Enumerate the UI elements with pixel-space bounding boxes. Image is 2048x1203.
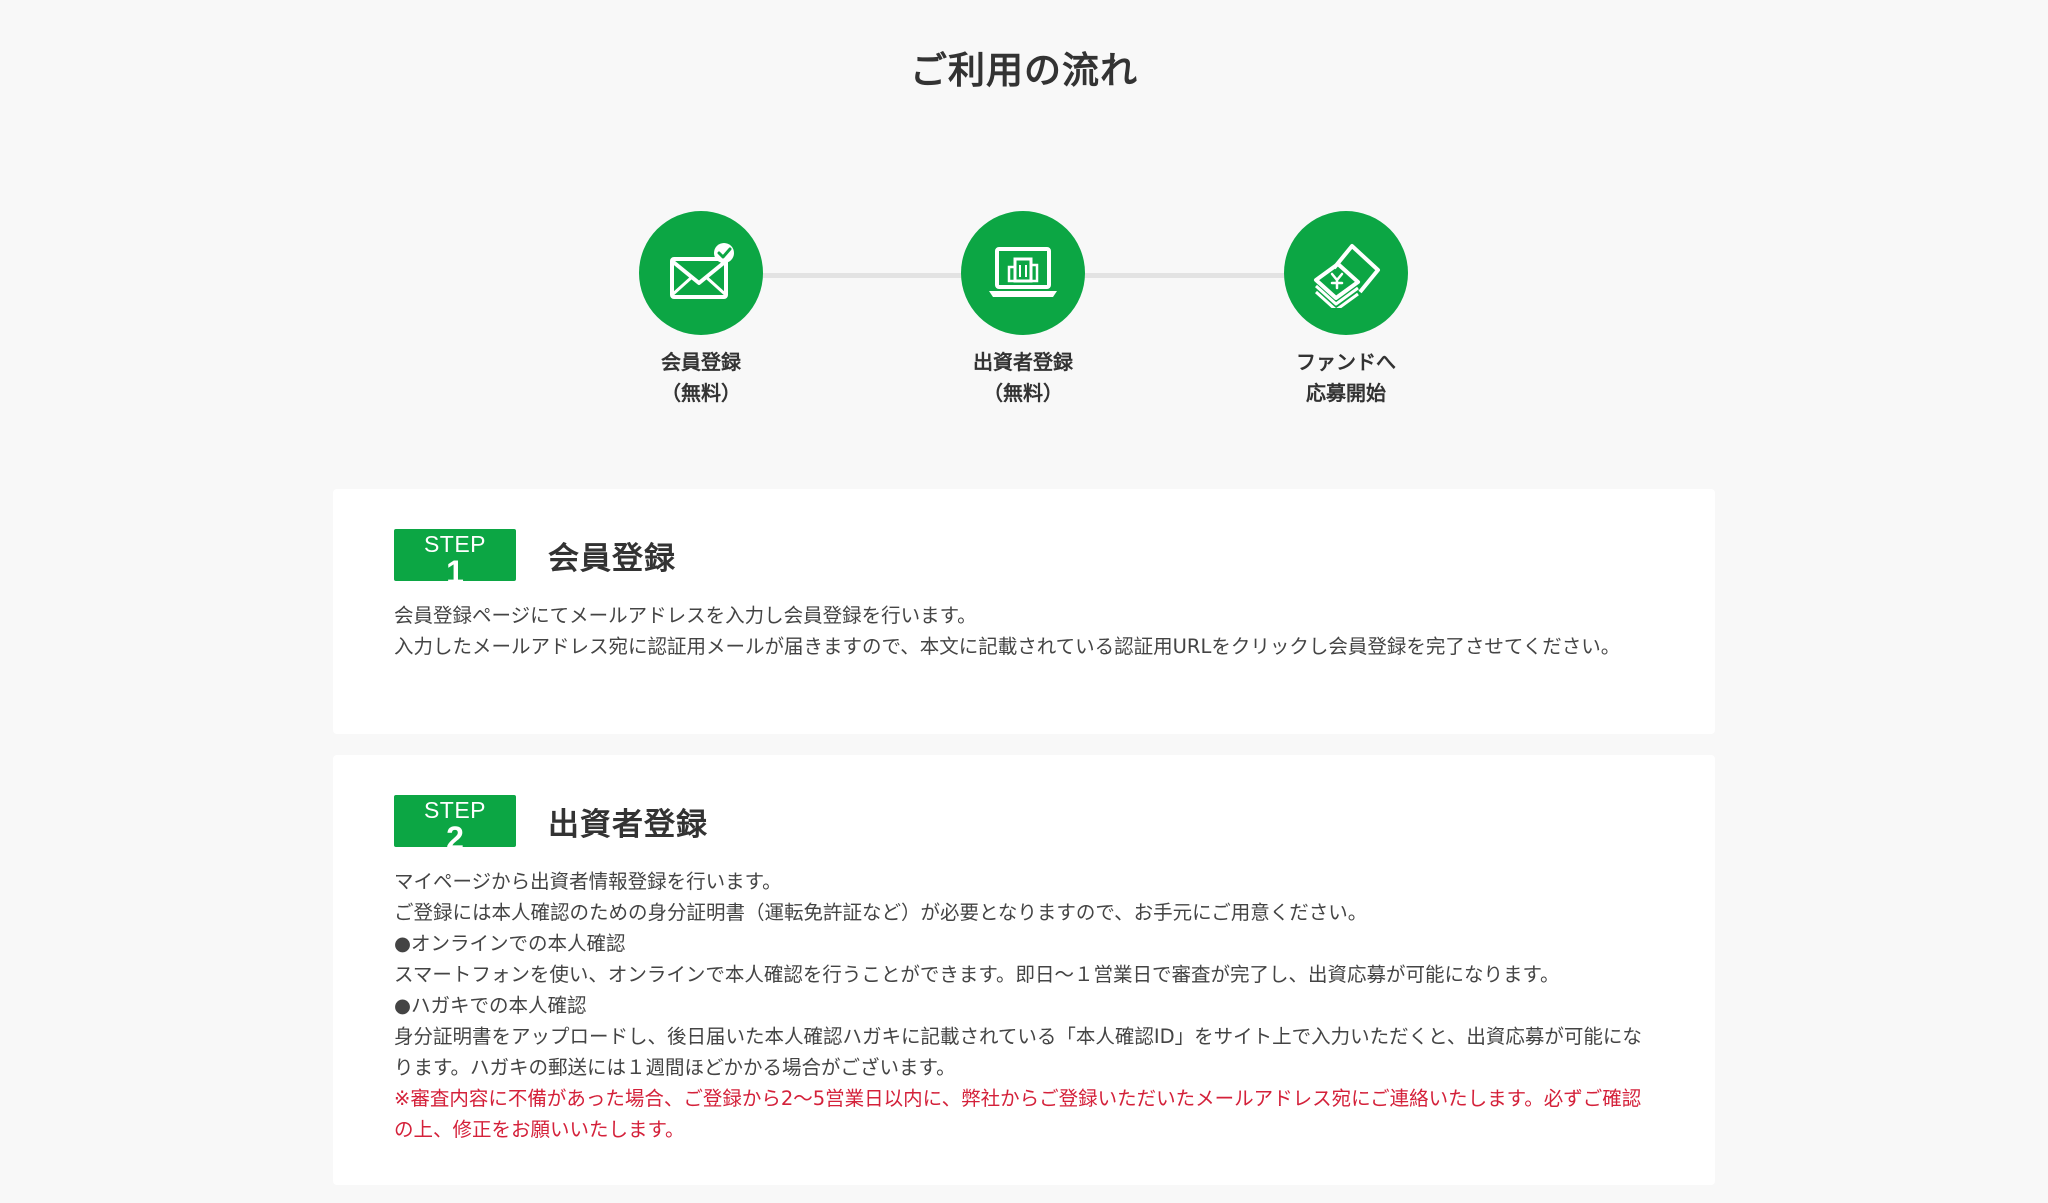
step-badge: STEP 1 <box>394 529 516 581</box>
mail-check-icon <box>670 243 734 299</box>
step-badge-number: 2 <box>446 820 464 847</box>
flow-step-label-line: ファンドへ <box>1296 350 1396 374</box>
step-card-text: 入力したメールアドレス宛に認証用メールが届きますので、本文に記載されている認証用… <box>394 635 1621 658</box>
step-card-text: ご登録には本人確認のための身分証明書（運転免許証など）が必要となりますので、お手… <box>394 901 1368 924</box>
step-card-text: マイページから出資者情報登録を行います。 <box>394 870 782 893</box>
step-card-subheading: ●ハガキでの本人確認 <box>394 994 587 1017</box>
step-badge-word: STEP <box>423 531 487 557</box>
step-badge: STEP 2 <box>394 795 516 847</box>
step-card-body: マイページから出資者情報登録を行います。 ご登録には本人確認のための身分証明書（… <box>394 866 1654 1145</box>
step-card-header: STEP 2 出資者登録 <box>394 795 708 847</box>
page: ご利用の流れ 会員登録 （無料） 出資者登録 （無料） ファンドへ 応募開始 S… <box>0 0 2048 1203</box>
step-badge-number: 1 <box>446 554 464 581</box>
flow-step-label-line: 会員登録 <box>661 350 741 374</box>
flow-step-circle <box>961 211 1085 335</box>
flow-step-label-line: （無料） <box>661 381 741 405</box>
step-card-header: STEP 1 会員登録 <box>394 529 676 581</box>
step-card-member-registration: STEP 1 会員登録 会員登録ページにてメールアドレスを入力し会員登録を行いま… <box>333 489 1715 734</box>
step-card-investor-registration: STEP 2 出資者登録 マイページから出資者情報登録を行います。 ご登録には本… <box>333 755 1715 1185</box>
step-badge-word: STEP <box>423 797 487 823</box>
flow-step-label: 出資者登録 （無料） <box>913 347 1133 409</box>
flow-step-label-line: 出資者登録 <box>973 350 1073 374</box>
step-card-warning-note: ※審査内容に不備があった場合、ご登録から2〜5営業日以内に、弊社からご登録いただ… <box>394 1087 1642 1141</box>
flow-step-label-line: 応募開始 <box>1306 381 1386 405</box>
flow-step-circle <box>1284 211 1408 335</box>
laptop-building-icon <box>989 247 1057 297</box>
flow-step-label: ファンドへ 応募開始 <box>1236 347 1456 409</box>
step-card-body: 会員登録ページにてメールアドレスを入力し会員登録を行います。 入力したメールアド… <box>394 600 1654 662</box>
flow-step-label-line: （無料） <box>983 381 1063 405</box>
flow-step-label: 会員登録 （無料） <box>591 347 811 409</box>
step-card-text: 会員登録ページにてメールアドレスを入力し会員登録を行います。 <box>394 604 977 627</box>
step-card-title: 会員登録 <box>548 540 676 577</box>
flow-step-fund-application: ファンドへ 応募開始 <box>1236 211 1456 409</box>
flow-step-investor-registration: 出資者登録 （無料） <box>913 211 1133 409</box>
step-card-subheading: ●オンラインでの本人確認 <box>394 932 626 955</box>
flow-step-circle <box>639 211 763 335</box>
yen-card-icon <box>1314 244 1380 308</box>
flow-step-member-registration: 会員登録 （無料） <box>591 211 811 409</box>
step-card-text: スマートフォンを使い、オンラインで本人確認を行うことができます。即日〜１営業日で… <box>394 963 1560 986</box>
step-card-text: 身分証明書をアップロードし、後日届いた本人確認ハガキに記載されている「本人確認I… <box>394 1025 1642 1079</box>
page-title: ご利用の流れ <box>910 49 1138 92</box>
step-card-title: 出資者登録 <box>548 806 708 843</box>
